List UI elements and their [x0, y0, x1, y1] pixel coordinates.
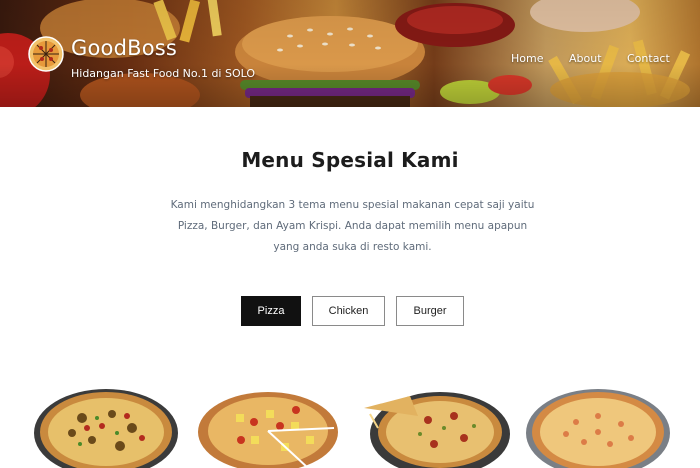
menu-item-image[interactable]: [364, 388, 512, 468]
menu-item-image[interactable]: [526, 388, 674, 468]
menu-filter-bar: Pizza Chicken Burger: [0, 296, 700, 326]
brand-name[interactable]: GoodBoss: [71, 36, 177, 60]
filter-burger-button[interactable]: Burger: [396, 296, 464, 326]
filter-pizza-button[interactable]: Pizza: [241, 296, 301, 326]
menu-section-description: Kami menghidangkan 3 tema menu spesial m…: [170, 199, 535, 253]
menu-item-image[interactable]: [32, 388, 180, 468]
hero-header: GoodBoss Hidangan Fast Food No.1 di SOLO…: [0, 0, 700, 107]
menu-item-gallery: [0, 388, 700, 468]
nav-home-link[interactable]: Home: [511, 52, 543, 65]
nav-about-link[interactable]: About: [569, 52, 602, 65]
pizza-logo-icon: [28, 36, 64, 72]
menu-section-title: Menu Spesial Kami: [241, 148, 459, 172]
filter-chicken-button[interactable]: Chicken: [312, 296, 385, 326]
brand-tagline: Hidangan Fast Food No.1 di SOLO: [71, 67, 256, 80]
menu-item-image[interactable]: [196, 388, 344, 468]
brand-logo[interactable]: [28, 36, 64, 72]
nav-contact-link[interactable]: Contact: [627, 52, 670, 65]
